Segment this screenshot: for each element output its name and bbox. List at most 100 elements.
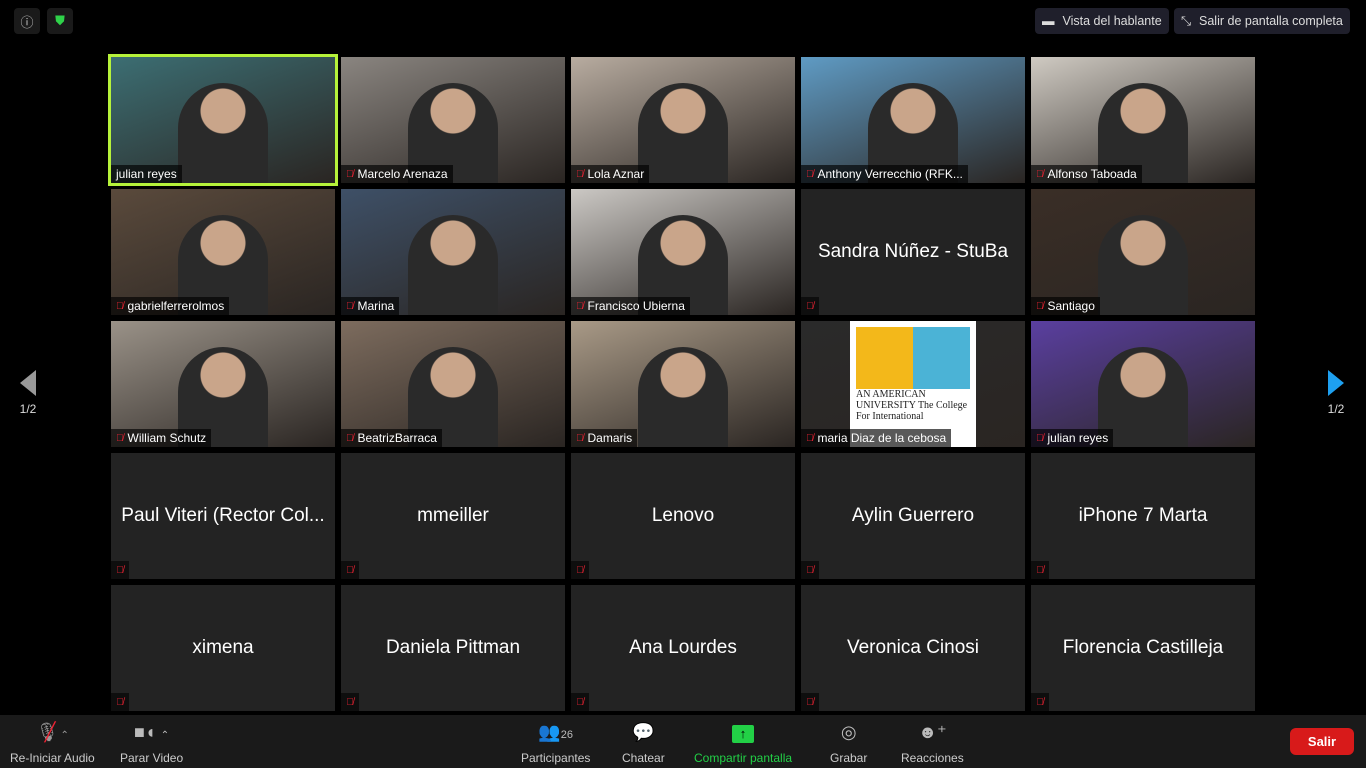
participant-tile[interactable]: 🎙̸ William Schutz bbox=[111, 321, 335, 447]
participant-tile[interactable]: iPhone 7 Marta 🎙̸ bbox=[1031, 453, 1255, 579]
participant-name: iPhone 7 Marta bbox=[1078, 505, 1208, 526]
participant-name: Anthony Verrecchio (RFK... bbox=[817, 167, 963, 181]
participant-name: Santiago bbox=[1047, 299, 1095, 313]
participant-tile[interactable]: Veronica Cinosi 🎙̸ bbox=[801, 585, 1025, 711]
participant-tile[interactable]: 🎙̸ Marcelo Arenaza bbox=[341, 57, 565, 183]
participant-tile[interactable]: 🎙̸ julian reyes bbox=[1031, 321, 1255, 447]
participant-name: Marcelo Arenaza bbox=[357, 167, 448, 181]
next-page-button[interactable]: 1/2 bbox=[1324, 370, 1348, 416]
arrow-left-icon bbox=[20, 370, 36, 396]
muted-microphone-icon: 🎙̸ bbox=[1036, 432, 1044, 444]
muted-microphone-icon: 🎙̸ bbox=[346, 300, 354, 312]
participant-video bbox=[1098, 215, 1188, 315]
participant-tile[interactable]: 🎙̸ Alfonso Taboada bbox=[1031, 57, 1255, 183]
participant-tile[interactable]: Sandra Núñez - StuBa 🎙̸ bbox=[801, 189, 1025, 315]
participant-name: Daniela Pittman bbox=[385, 637, 521, 658]
participant-tile[interactable]: 🎙̸ gabrielferrerolmos bbox=[111, 189, 335, 315]
participant-name: ximena bbox=[192, 637, 254, 658]
participant-name-label: 🎙̸ BeatrizBarraca bbox=[341, 429, 442, 447]
muted-microphone-icon: 🎙̸ bbox=[341, 561, 359, 579]
info-icon[interactable]: ⓘ bbox=[14, 8, 40, 34]
leave-button[interactable]: Salir bbox=[1290, 728, 1354, 755]
record-label: Grabar bbox=[830, 751, 868, 765]
participant-tile[interactable]: Ana Lourdes 🎙̸ bbox=[571, 585, 795, 711]
reactions-icon: ☻⁺ bbox=[918, 722, 947, 742]
chat-icon: 💬 bbox=[632, 722, 655, 742]
participant-name: Alfonso Taboada bbox=[1047, 167, 1137, 181]
participant-name: maria Diaz de la cebosa bbox=[817, 431, 947, 445]
participant-name-label: 🎙̸ Marcelo Arenaza bbox=[341, 165, 453, 183]
muted-microphone-icon: 🎙̸ bbox=[346, 432, 354, 444]
participant-name-label: 🎙̸ Anthony Verrecchio (RFK... bbox=[801, 165, 968, 183]
participant-name-label: julian reyes bbox=[111, 165, 182, 183]
participant-tile[interactable]: 🎙̸ Santiago bbox=[1031, 189, 1255, 315]
participant-tile[interactable]: Florencia Castilleja 🎙̸ bbox=[1031, 585, 1255, 711]
muted-microphone-icon: 🎙̸ bbox=[801, 561, 819, 579]
participant-tile[interactable]: ximena 🎙̸ bbox=[111, 585, 335, 711]
share-screen-icon: ↑ bbox=[732, 721, 755, 743]
arrow-right-icon bbox=[1328, 370, 1344, 396]
participant-name-label: 🎙̸ julian reyes bbox=[1031, 429, 1114, 447]
participants-button[interactable]: 👥26 Participantes bbox=[521, 721, 590, 765]
muted-microphone-icon: 🎙̸ bbox=[116, 300, 124, 312]
participant-name: Paul Viteri (Rector Col... bbox=[121, 505, 325, 526]
muted-microphone-icon: 🎙̸ bbox=[806, 168, 814, 180]
participant-tile[interactable]: 🎙̸ Damaris bbox=[571, 321, 795, 447]
participant-name: BeatrizBarraca bbox=[357, 431, 437, 445]
participant-tile[interactable]: AN AMERICAN UNIVERSITY The College For I… bbox=[801, 321, 1025, 447]
muted-microphone-icon: 🎙̸ bbox=[1031, 561, 1049, 579]
reactions-button[interactable]: ☻⁺ Reacciones bbox=[901, 721, 964, 765]
exit-fullscreen-button[interactable]: ⤡ Salir de pantalla completa bbox=[1174, 8, 1350, 34]
participant-tile[interactable]: Aylin Guerrero 🎙̸ bbox=[801, 453, 1025, 579]
muted-microphone-icon: 🎙̸ bbox=[571, 561, 589, 579]
speaker-view-button[interactable]: ▬ Vista del hablante bbox=[1035, 8, 1169, 34]
prev-page-button[interactable]: 1/2 bbox=[16, 370, 40, 416]
muted-microphone-icon: 🎙̸ bbox=[1031, 693, 1049, 711]
video-label: Parar Video bbox=[120, 751, 184, 765]
participant-name-label: 🎙̸ gabrielferrerolmos bbox=[111, 297, 230, 315]
share-screen-button[interactable]: ↑ Compartir pantalla bbox=[694, 721, 792, 765]
participant-name-label: 🎙̸ Santiago bbox=[1031, 297, 1100, 315]
participant-name: Lenovo bbox=[651, 505, 715, 526]
record-button[interactable]: ◎ Grabar bbox=[830, 721, 867, 765]
participants-icon: 👥26 bbox=[538, 722, 574, 742]
participant-tile[interactable]: Paul Viteri (Rector Col... 🎙̸ bbox=[111, 453, 335, 579]
muted-microphone-icon: 🎙̸ bbox=[111, 561, 129, 579]
video-button[interactable]: ■◖ ⌃ Parar Video bbox=[120, 721, 183, 765]
muted-microphone-icon: 🎙̸ bbox=[801, 297, 819, 315]
participant-tile[interactable]: 🎙̸ Marina bbox=[341, 189, 565, 315]
participant-tile[interactable]: 🎙̸ Francisco Ubierna bbox=[571, 189, 795, 315]
reactions-label: Reacciones bbox=[901, 751, 964, 765]
participant-tile[interactable]: 🎙̸ Anthony Verrecchio (RFK... bbox=[801, 57, 1025, 183]
participant-tile[interactable]: 🎙̸ BeatrizBarraca bbox=[341, 321, 565, 447]
participant-name: Ana Lourdes bbox=[629, 637, 737, 658]
participant-name: mmeiller bbox=[417, 505, 489, 526]
participant-tile[interactable]: julian reyes bbox=[108, 54, 338, 186]
participant-tile[interactable]: 🎙̸ Lola Aznar bbox=[571, 57, 795, 183]
gallery-grid: julian reyes 🎙̸ Marcelo Arenaza 🎙̸ Lola Azna… bbox=[108, 54, 1255, 711]
participant-tile[interactable]: mmeiller 🎙̸ bbox=[341, 453, 565, 579]
participant-name-label: 🎙̸ maria Diaz de la cebosa bbox=[801, 429, 952, 447]
participant-tile[interactable]: Lenovo 🎙̸ bbox=[571, 453, 795, 579]
participant-name: julian reyes bbox=[1047, 431, 1109, 445]
muted-microphone-icon: 🎙̸ bbox=[571, 693, 589, 711]
muted-microphone-icon: 🎙̸ bbox=[341, 693, 359, 711]
muted-microphone-icon: 🎙̸ bbox=[801, 693, 819, 711]
muted-microphone-icon: 🎙̸ bbox=[806, 432, 814, 444]
participant-video bbox=[178, 83, 268, 183]
participant-name: Aylin Guerrero bbox=[851, 505, 975, 526]
participant-name: Francisco Ubierna bbox=[587, 299, 685, 313]
exit-fullscreen-label: Salir de pantalla completa bbox=[1199, 14, 1343, 28]
share-screen-label: Compartir pantalla bbox=[694, 751, 793, 765]
shield-icon[interactable]: ⛊ bbox=[47, 8, 73, 34]
audio-button[interactable]: 🎙╱ ⌃ Re-Iniciar Audio bbox=[10, 721, 95, 765]
participant-name: Lola Aznar bbox=[587, 167, 645, 181]
participant-video bbox=[638, 347, 728, 447]
participant-name: Veronica Cinosi bbox=[846, 637, 980, 658]
chat-label: Chatear bbox=[622, 751, 665, 765]
participant-name-label: 🎙̸ Francisco Ubierna bbox=[571, 297, 690, 315]
participant-tile[interactable]: Daniela Pittman 🎙̸ bbox=[341, 585, 565, 711]
muted-microphone-icon: 🎙̸ bbox=[116, 432, 124, 444]
chat-button[interactable]: 💬 Chatear bbox=[622, 721, 665, 765]
audio-label: Re-Iniciar Audio bbox=[10, 751, 95, 765]
